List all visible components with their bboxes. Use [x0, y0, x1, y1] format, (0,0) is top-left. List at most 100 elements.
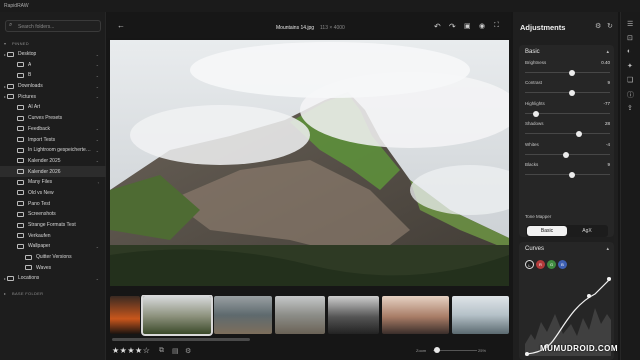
chevron-down-icon[interactable]: ⌄ — [96, 244, 99, 249]
chevron-down-icon[interactable]: ⌄ — [96, 73, 99, 78]
slider-handle[interactable] — [568, 171, 575, 178]
adjustment-slider[interactable]: Blacks 9 — [525, 162, 610, 182]
filmstrip-thumbnail[interactable] — [214, 296, 272, 334]
back-arrow-icon[interactable]: ← — [117, 21, 125, 30]
paste-icon[interactable]: ▤ — [172, 347, 179, 355]
redo-icon[interactable]: ↷ — [449, 22, 456, 31]
folder-item[interactable]: ▸ Downloads ⌄ — [0, 81, 106, 92]
adjustment-slider[interactable]: Brightness 0.40 — [525, 60, 610, 80]
tone-mapper-basic[interactable]: Basic — [527, 226, 567, 236]
curve-channel-r[interactable]: R — [536, 260, 545, 269]
chevron-down-icon[interactable]: ⌄ — [96, 62, 99, 67]
slider-track[interactable] — [525, 72, 610, 73]
folder-item[interactable]: Pano Test — [0, 198, 106, 209]
folder-item[interactable]: ▸ Desktop ⌄ — [0, 49, 106, 60]
curve-channel-g[interactable]: G — [547, 260, 556, 269]
folder-item[interactable]: Wallpaper ⌄ — [0, 241, 106, 252]
chevron-up-icon[interactable]: ▴ — [606, 49, 609, 55]
filmstrip-thumbnail[interactable] — [141, 295, 213, 336]
tone-mapper-agx[interactable]: AgX — [567, 226, 607, 236]
folder-item[interactable]: Feedback ⌄ — [0, 124, 106, 135]
folder-item[interactable]: Strange Formats Test — [0, 220, 106, 231]
slider-track[interactable] — [525, 174, 610, 175]
folder-item[interactable]: Many Files ‹ — [0, 177, 106, 188]
filmstrip-thumbnail[interactable] — [328, 296, 379, 334]
folder-item[interactable]: ▸ Pictures ⌄ — [0, 91, 106, 102]
presets-icon[interactable]: ❏ — [627, 76, 633, 84]
folder-item[interactable]: Kalender 2026 — [0, 166, 106, 177]
star-rating[interactable]: ★★★★☆ — [112, 346, 150, 355]
chevron-down-icon[interactable]: ⌄ — [96, 126, 99, 131]
slider-handle[interactable] — [576, 130, 583, 137]
gear-icon[interactable]: ⚙ — [595, 22, 601, 30]
curve-point[interactable] — [607, 277, 611, 281]
eye-icon[interactable]: ◉ — [479, 22, 485, 30]
fullscreen-icon[interactable]: ⛶ — [494, 22, 499, 30]
chevron-right-icon[interactable]: ▸ — [4, 276, 6, 281]
chevron-down-icon[interactable]: ⌄ — [96, 276, 99, 281]
adjustments-icon[interactable]: ☰ — [627, 20, 633, 28]
folder-item[interactable]: Curves Presets — [0, 113, 106, 124]
chevron-right-icon[interactable]: ▸ — [4, 84, 6, 89]
chevron-down-icon[interactable]: ⌄ — [96, 148, 99, 153]
adjustment-slider[interactable]: Contrast 9 — [525, 80, 610, 100]
filmstrip-thumbnail[interactable] — [382, 296, 449, 334]
curve-point[interactable] — [587, 294, 591, 298]
slider-track[interactable] — [525, 133, 610, 134]
folder-item[interactable]: Quitter Versions — [0, 252, 106, 263]
search-input[interactable]: Search folders... — [18, 24, 54, 30]
compare-icon[interactable]: ▣ — [464, 22, 471, 30]
curve-channel-l[interactable]: L — [525, 260, 534, 269]
folder-search-box[interactable]: ⌕ Search folders... — [5, 20, 101, 32]
slider-track[interactable] — [525, 92, 610, 93]
folder-item[interactable]: Verkaufen — [0, 230, 106, 241]
zoom-slider-handle[interactable] — [434, 347, 441, 353]
slider-value[interactable]: -4 — [606, 142, 610, 147]
filmstrip-thumbnail[interactable] — [110, 296, 140, 334]
slider-value[interactable]: 9 — [607, 80, 610, 85]
slider-value[interactable]: 0.40 — [601, 60, 610, 65]
folder-item[interactable]: Screenshots — [0, 209, 106, 220]
chevron-down-icon[interactable]: ⌄ — [96, 94, 99, 99]
crop-icon[interactable]: ⊡ — [627, 34, 633, 42]
chevron-down-icon[interactable]: ⌄ — [96, 52, 99, 57]
base-folder-section-header[interactable]: ▸ BASE FOLDER — [0, 288, 106, 299]
settings-icon[interactable]: ⚙ — [185, 347, 191, 355]
export-icon[interactable]: ⇪ — [627, 104, 633, 112]
adjustment-slider[interactable]: Shadows 28 — [525, 121, 610, 141]
metadata-icon[interactable]: ⓘ — [627, 90, 634, 100]
mask-icon[interactable]: ◐ — [627, 48, 631, 55]
folder-item[interactable]: B ⌄ — [0, 70, 106, 81]
folder-item[interactable]: ▸ Locations ⌄ — [0, 273, 106, 284]
folder-item[interactable]: Old vs New — [0, 188, 106, 199]
folder-item[interactable]: A ⌄ — [0, 59, 106, 70]
chevron-right-icon[interactable]: ▸ — [4, 94, 6, 99]
folder-item[interactable]: Import Tests ⌄ — [0, 134, 106, 145]
folder-item[interactable]: Waves — [0, 262, 106, 273]
curve-point[interactable] — [525, 352, 529, 356]
chevron-down-icon[interactable]: ⌄ — [96, 137, 99, 142]
chevron-left-icon[interactable]: ‹ — [98, 180, 99, 185]
slider-handle[interactable] — [568, 89, 575, 96]
pinned-section-header[interactable]: ▾ PINNED — [0, 38, 106, 49]
folder-item[interactable]: AI Art — [0, 102, 106, 113]
copy-icon[interactable]: ⧉ — [159, 347, 164, 355]
chevron-right-icon[interactable]: ▸ — [4, 52, 6, 57]
reset-icon[interactable]: ↻ — [607, 22, 613, 30]
adjustment-slider[interactable]: Whites -4 — [525, 142, 610, 162]
slider-value[interactable]: -77 — [603, 101, 610, 106]
slider-handle[interactable] — [562, 151, 569, 158]
main-image-preview[interactable] — [110, 40, 509, 286]
filmstrip-scrollbar[interactable] — [112, 338, 250, 341]
ai-icon[interactable]: ✦ — [627, 62, 633, 70]
slider-value[interactable]: 9 — [607, 162, 610, 167]
chevron-down-icon[interactable]: ⌄ — [96, 84, 99, 89]
undo-icon[interactable]: ↶ — [434, 22, 441, 31]
slider-handle[interactable] — [568, 69, 575, 76]
curve-channel-b[interactable]: B — [558, 260, 567, 269]
slider-value[interactable]: 28 — [605, 121, 610, 126]
chevron-down-icon[interactable]: ⌄ — [96, 158, 99, 163]
chevron-up-icon[interactable]: ▴ — [606, 246, 609, 252]
filmstrip-thumbnail[interactable] — [452, 296, 509, 334]
folder-item[interactable]: Kalender 2025 ⌄ — [0, 156, 106, 167]
